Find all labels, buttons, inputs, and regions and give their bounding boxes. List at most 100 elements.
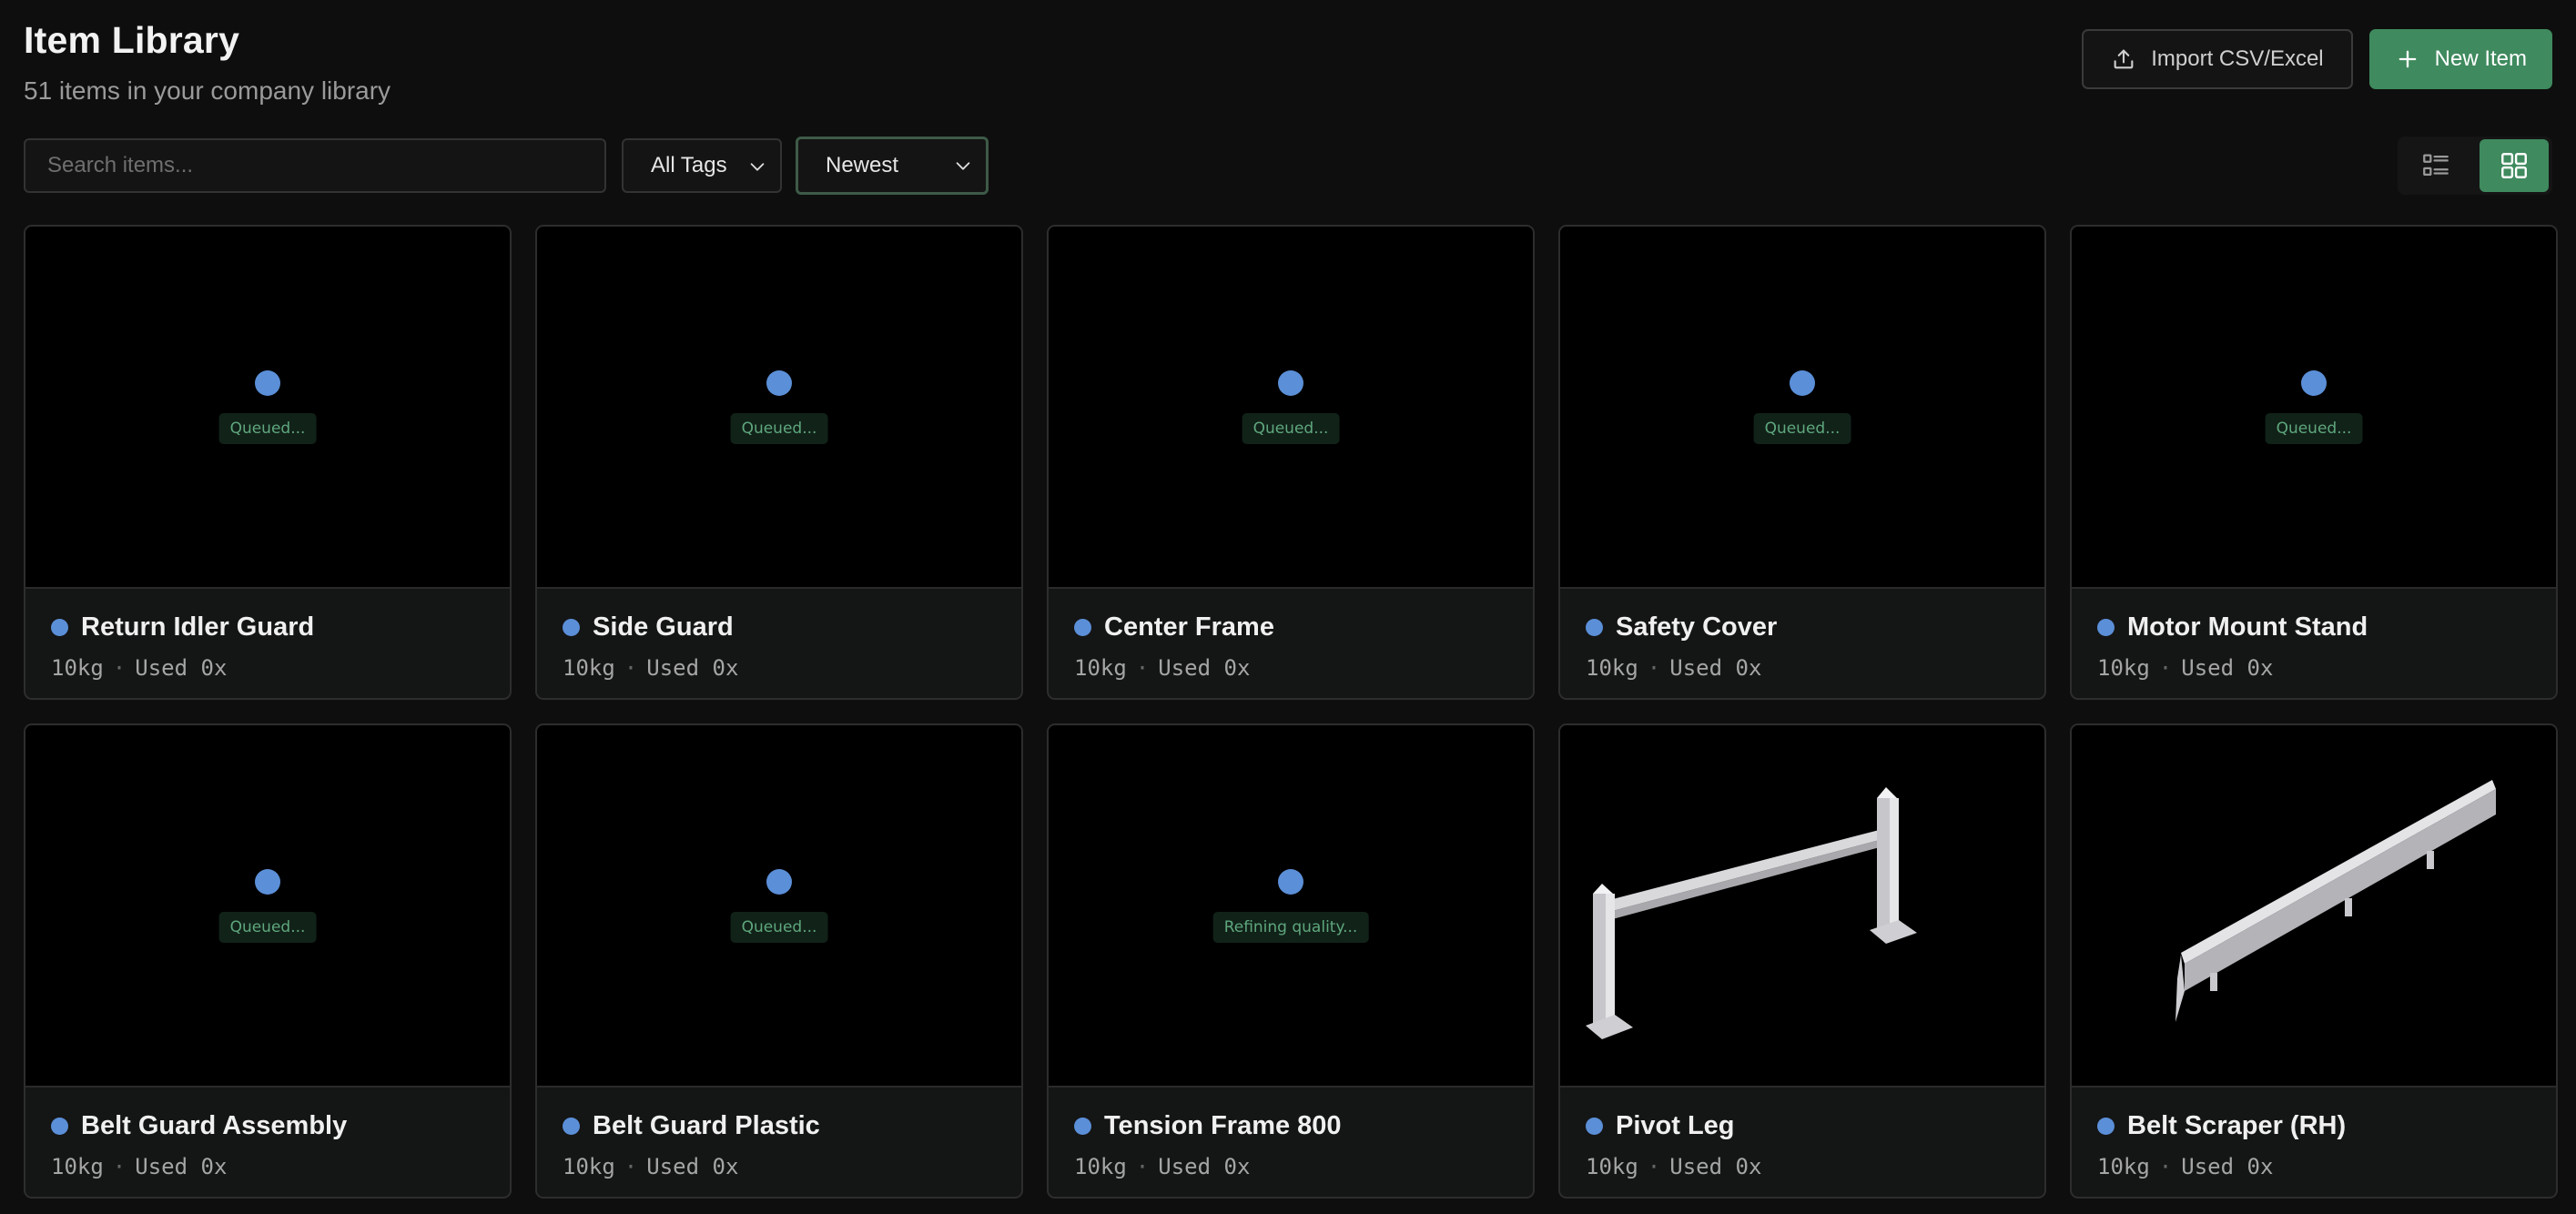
item-card[interactable]: Queued... Side Guard 10kg · Used 0x — [535, 225, 1023, 700]
item-thumbnail: Queued... — [2072, 227, 2556, 589]
item-name: Belt Guard Plastic — [593, 1111, 820, 1140]
item-usage: Used 0x — [2181, 655, 2274, 681]
item-card[interactable]: Queued... Safety Cover 10kg · Used 0x — [1558, 225, 2046, 700]
item-card[interactable]: Refining quality... Tension Frame 800 10… — [1047, 723, 1535, 1199]
item-card[interactable]: Pivot Leg 10kg · Used 0x — [1558, 723, 2046, 1199]
import-csv-label: Import CSV/Excel — [2151, 46, 2324, 71]
item-info: Pivot Leg 10kg · Used 0x — [1560, 1089, 2044, 1197]
tags-filter-select[interactable]: All Tags — [622, 138, 782, 193]
list-view-icon — [2423, 154, 2449, 177]
processing-dot — [1278, 869, 1303, 895]
item-thumbnail: Queued... — [1560, 227, 2044, 589]
pivot-leg-model-preview — [1586, 787, 1917, 1039]
meta-separator: · — [2158, 1154, 2173, 1179]
item-title: Tension Frame 800 — [1074, 1111, 1507, 1141]
item-name: Motor Mount Stand — [2127, 612, 2368, 642]
status-dot — [51, 1118, 68, 1135]
processing-status: Queued... — [218, 413, 317, 444]
item-meta: 10kg · Used 0x — [2097, 655, 2530, 681]
processing-status: Queued... — [730, 912, 828, 943]
item-name: Center Frame — [1104, 612, 1274, 642]
processing-dot — [255, 370, 280, 396]
item-info: Motor Mount Stand 10kg · Used 0x — [2072, 591, 2556, 698]
new-item-label: New Item — [2434, 46, 2527, 71]
search-input[interactable] — [24, 138, 606, 193]
item-weight: 10kg — [1074, 655, 1127, 681]
item-name: Safety Cover — [1616, 612, 1778, 642]
item-info: Center Frame 10kg · Used 0x — [1049, 591, 1533, 698]
item-card[interactable]: Queued... Center Frame 10kg · Used 0x — [1047, 225, 1535, 700]
item-weight: 10kg — [1586, 655, 1638, 681]
item-title: Belt Guard Assembly — [51, 1111, 484, 1141]
processing-dot — [1790, 370, 1815, 396]
item-usage: Used 0x — [135, 1154, 228, 1179]
item-card[interactable]: Queued... Belt Guard Assembly 10kg · Used … — [24, 723, 512, 1199]
belt-scraper-model-preview — [2175, 780, 2496, 1022]
meta-separator: · — [624, 655, 638, 681]
chevron-down-icon — [750, 163, 765, 171]
item-meta: 10kg · Used 0x — [1074, 655, 1507, 681]
status-dot — [51, 619, 68, 636]
status-dot — [2097, 619, 2115, 636]
item-name: Pivot Leg — [1616, 1111, 1735, 1140]
item-info: Side Guard 10kg · Used 0x — [537, 591, 1021, 698]
status-dot — [563, 1118, 580, 1135]
meta-separator: · — [112, 655, 127, 681]
meta-separator: · — [1135, 655, 1150, 681]
item-thumbnail: Queued... — [537, 227, 1021, 589]
item-card[interactable]: Queued... Return Idler Guard 10kg · Used 0… — [24, 225, 512, 700]
plus-icon — [2399, 50, 2416, 68]
item-thumbnail — [1560, 725, 2044, 1088]
item-weight: 10kg — [563, 655, 615, 681]
status-dot — [563, 619, 580, 636]
item-card[interactable]: Belt Scraper (RH) 10kg · Used 0x — [2070, 723, 2558, 1199]
item-info: Tension Frame 800 10kg · Used 0x — [1049, 1089, 1533, 1197]
item-card[interactable]: Queued... Motor Mount Stand 10kg · Used 0x — [2070, 225, 2558, 700]
item-meta: 10kg · Used 0x — [2097, 1154, 2530, 1179]
list-view-button[interactable] — [2401, 139, 2470, 192]
status-dot — [1074, 1118, 1091, 1135]
item-name: Tension Frame 800 — [1104, 1111, 1342, 1140]
item-thumbnail: Queued... — [1049, 227, 1533, 589]
import-csv-button[interactable]: Import CSV/Excel — [2082, 29, 2353, 89]
item-weight: 10kg — [2097, 655, 2150, 681]
item-meta: 10kg · Used 0x — [1586, 655, 2019, 681]
upload-icon — [2114, 49, 2134, 69]
processing-status: Queued... — [1242, 413, 1340, 444]
sort-select[interactable]: Newest — [796, 137, 989, 195]
item-meta: 10kg · Used 0x — [563, 655, 996, 681]
item-meta: 10kg · Used 0x — [51, 1154, 484, 1179]
item-title: Motor Mount Stand — [2097, 612, 2530, 642]
item-title: Safety Cover — [1586, 612, 2019, 642]
status-dot — [1586, 1118, 1603, 1135]
status-dot — [1586, 619, 1603, 636]
item-meta: 10kg · Used 0x — [51, 655, 484, 681]
meta-separator: · — [624, 1154, 638, 1179]
page-header: Item Library 51 items in your company li… — [24, 16, 2552, 107]
item-usage: Used 0x — [646, 655, 739, 681]
item-info: Return Idler Guard 10kg · Used 0x — [25, 591, 510, 698]
item-title: Center Frame — [1074, 612, 1507, 642]
item-card[interactable]: Queued... Belt Guard Plastic 10kg · Used 0… — [535, 723, 1023, 1199]
toolbar: All Tags Newest — [24, 137, 2552, 195]
item-name: Belt Guard Assembly — [81, 1111, 348, 1140]
header-actions: Import CSV/Excel New Item — [2082, 29, 2552, 89]
meta-separator: · — [1647, 655, 1661, 681]
item-info: Safety Cover 10kg · Used 0x — [1560, 591, 2044, 698]
item-weight: 10kg — [51, 1154, 104, 1179]
grid-view-button[interactable] — [2480, 139, 2549, 192]
item-thumbnail: Queued... — [25, 227, 510, 589]
view-mode-toggle — [2398, 137, 2552, 195]
item-name: Belt Scraper (RH) — [2127, 1111, 2347, 1140]
processing-status: Queued... — [1753, 413, 1851, 444]
processing-status: Queued... — [218, 912, 317, 943]
item-usage: Used 0x — [2181, 1154, 2274, 1179]
processing-dot — [766, 370, 792, 396]
item-info: Belt Guard Plastic 10kg · Used 0x — [537, 1089, 1021, 1197]
item-thumbnail: Refining quality... — [1049, 725, 1533, 1088]
processing-dot — [1278, 370, 1303, 396]
item-usage: Used 0x — [135, 655, 228, 681]
item-title: Pivot Leg — [1586, 1111, 2019, 1141]
new-item-button[interactable]: New Item — [2368, 29, 2552, 89]
tags-filter-value: All Tags — [651, 153, 727, 177]
